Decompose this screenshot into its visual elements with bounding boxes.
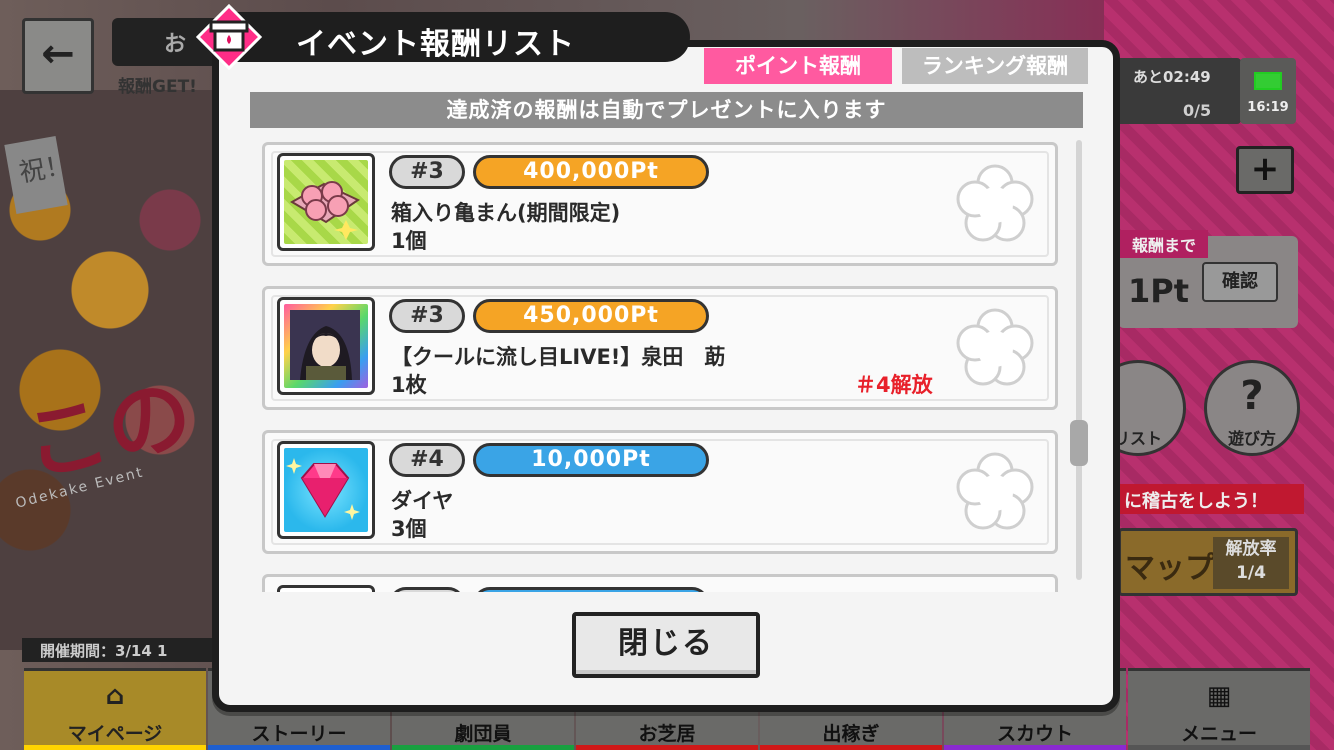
nav-mypage[interactable]: ⌂ マイページ — [24, 668, 206, 750]
reward-row: #4 10,000Pt ダイヤ 3個 — [262, 430, 1058, 554]
howto-label: 遊び方 — [1227, 429, 1276, 448]
rank-badge: #3 — [389, 299, 465, 333]
turtle-bun-art — [289, 181, 361, 240]
unlock-label: ＃4解放 — [855, 373, 933, 397]
diamond-icon — [284, 448, 368, 532]
grid-menu-icon: ▦ — [1206, 681, 1232, 711]
add-button[interactable]: + — [1236, 146, 1294, 194]
gift-diamond-icon — [196, 4, 262, 70]
map-label: マップ — [1125, 551, 1215, 586]
map-button[interactable]: マップ 解放率 1/4 — [1118, 528, 1298, 596]
event-period: 開催期間：3/14 1 — [22, 638, 222, 662]
nav-label: 劇団員 — [454, 723, 512, 745]
battery-icon — [1254, 72, 1282, 90]
reward-name: ダイヤ — [391, 489, 454, 513]
nav-label: 出稼ぎ — [822, 723, 880, 745]
reward-item-icon[interactable] — [277, 441, 375, 539]
promo-banner: に稽古をしよう！ — [1118, 484, 1304, 514]
stamina-timer: あと02:49 0/5 — [1115, 58, 1241, 124]
flower-stamp-icon — [956, 452, 1034, 530]
stamina-count: 0/5 — [1183, 101, 1212, 120]
dialog-title-bar: イベント報酬リスト — [188, 4, 694, 70]
reward-item-icon[interactable] — [277, 153, 375, 251]
nav-label: スカウト — [996, 723, 1073, 745]
nav-stripe — [576, 745, 758, 750]
points-remaining: 1Pt — [1128, 272, 1190, 310]
flower-stamp-icon — [956, 164, 1034, 242]
home-icon: ⌂ — [105, 681, 125, 711]
close-button[interactable]: 閉じる — [572, 612, 760, 678]
reward-row: #3 450,000Pt 【クールに流し目LIVE!】泉田 莇 1枚 ＃4解放 — [262, 286, 1058, 410]
reward-item-icon[interactable] — [277, 585, 375, 592]
next-reward-panel: 報酬まで 1Pt 確認 — [1118, 230, 1298, 328]
reward-name: 箱入り亀まん(期間限定) — [391, 201, 621, 225]
timer-text: あと02:49 — [1133, 68, 1211, 86]
reward-quantity: 1個 — [391, 229, 427, 253]
nav-menu[interactable]: ▦ メニュー — [1128, 668, 1310, 750]
reward-quantity: 3個 — [391, 517, 427, 541]
tab-point-rewards[interactable]: ポイント報酬 — [704, 48, 892, 84]
back-button[interactable]: ← — [22, 18, 94, 94]
list-scrollbar-thumb[interactable] — [1070, 420, 1088, 466]
list-scrollbar-track[interactable] — [1076, 140, 1082, 580]
nav-stripe — [392, 745, 574, 750]
rank-badge — [389, 587, 465, 592]
tab-ranking-rewards[interactable]: ランキング報酬 — [902, 48, 1088, 84]
nav-label: メニュー — [1180, 723, 1257, 745]
nav-stripe — [1128, 745, 1310, 750]
reward-row-partial — [262, 574, 1058, 592]
iwai-sign: 祝！ — [4, 136, 73, 214]
nav-label: ストーリー — [251, 723, 347, 745]
unlock-rate-box: 解放率 1/4 — [1213, 537, 1289, 589]
nav-stripe — [944, 745, 1126, 750]
rank-badge: #3 — [389, 155, 465, 189]
question-icon: ? — [1240, 373, 1264, 419]
rank-badge: #4 — [389, 443, 465, 477]
nav-label: マイページ — [67, 723, 163, 745]
points-badge — [473, 587, 709, 592]
unlock-rate-value: 1/4 — [1236, 563, 1266, 583]
howto-button[interactable]: ? 遊び方 — [1204, 360, 1300, 456]
flower-stamp-icon — [956, 308, 1034, 386]
dialog-title: イベント報酬リスト — [296, 27, 575, 62]
reward-name: 【クールに流し目LIVE!】泉田 莇 — [391, 345, 726, 369]
reward-list-label: リスト — [1113, 429, 1162, 448]
character-portrait-art — [290, 310, 360, 380]
points-badge: 10,000Pt — [473, 443, 709, 477]
nav-label: お芝居 — [638, 723, 696, 745]
turtle-bun-box-icon — [284, 160, 368, 244]
reward-row: #3 400,000Pt 箱入り亀まん(期間限定) 1個 — [262, 142, 1058, 266]
reward-list[interactable]: #3 400,000Pt 箱入り亀まん(期間限定) 1個 #3 450,000P… — [236, 132, 1098, 592]
reward-quantity: 1枚 — [391, 373, 427, 397]
until-reward-tag: 報酬まで — [1118, 230, 1209, 258]
clock-text: 16:19 — [1247, 100, 1289, 115]
nav-stripe — [208, 745, 390, 750]
nav-stripe — [24, 745, 206, 750]
reward-item-icon[interactable] — [277, 297, 375, 395]
reward-get-label: 報酬GET! — [118, 77, 197, 97]
unlock-rate-label: 解放率 — [1225, 539, 1277, 559]
nav-stripe — [760, 745, 942, 750]
points-badge: 400,000Pt — [473, 155, 709, 189]
diamond-gem-art — [286, 458, 360, 520]
character-card-icon — [284, 304, 368, 388]
battery-clock: 16:19 — [1240, 58, 1296, 124]
auto-present-notice: 達成済の報酬は自動でプレゼントに入ります — [250, 92, 1083, 128]
confirm-button[interactable]: 確認 — [1202, 262, 1278, 302]
points-badge: 450,000Pt — [473, 299, 709, 333]
